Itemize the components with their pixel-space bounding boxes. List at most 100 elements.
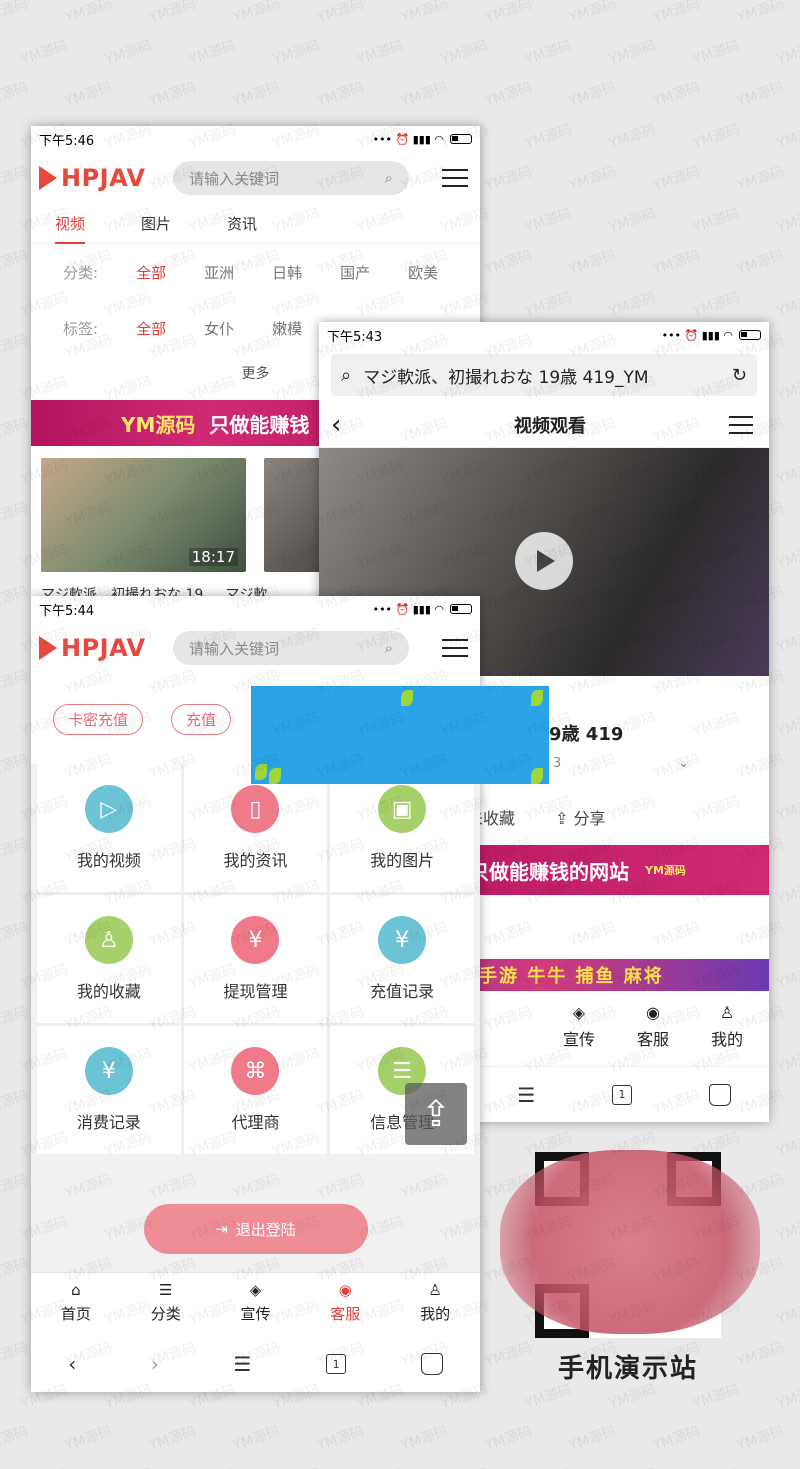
share-button[interactable]: ⇪ 分享 [555,805,606,829]
chevron-down-icon[interactable]: ⌄ [678,756,689,771]
menu-item-user-list[interactable]: ♙ 我的收藏 [37,895,181,1023]
menu-item-yen-plus[interactable]: ¥ 充值记录 [330,895,474,1023]
browser-url-bar[interactable]: ⌕ マジ軟派、初撮れおな 19歳 419_YM ↻ [331,354,757,396]
watermark-text: YM源码 [0,1003,31,1035]
nav-promo[interactable]: ◈ 宣传 [563,1003,595,1050]
nav-mine[interactable]: ♙ 我的 [420,1281,450,1336]
watermark-text: YM源码 [775,961,800,993]
logo[interactable]: HPJAV [39,634,169,662]
watermark-text: YM源码 [0,0,31,27]
tab-images[interactable]: 图片 [141,213,171,234]
video-thumbnail[interactable]: 18:17 [41,458,246,572]
watermark-text: YM源码 [483,247,535,279]
watermark-text: YM源码 [187,37,239,69]
watermark-text: YM源码 [186,1463,238,1469]
watermark-text: YM源码 [775,793,800,825]
watermark-text: YM源码 [606,1463,658,1469]
logo[interactable]: HPJAV [39,164,169,192]
watermark-text: YM源码 [483,0,535,27]
search-icon[interactable]: ⌕ [385,169,393,187]
category-asia[interactable]: 亚洲 [204,262,234,283]
menu-icon[interactable] [729,415,753,434]
card-recharge-button[interactable]: 卡密充值 [53,703,144,735]
nav-category[interactable]: ☰ 分类 [151,1281,181,1336]
tag-maid[interactable]: 女仆 [204,318,234,339]
watermark-text: YM源码 [775,877,800,909]
watermark-text: YM源码 [775,1381,800,1413]
watermark-text: YM源码 [735,1339,787,1371]
qr-caption: 手机演示站 [557,1354,698,1384]
watermark-text: YM源码 [63,0,115,27]
watermark-text: YM源码 [0,247,31,279]
watermark-text: YM源码 [607,289,659,321]
back-to-top-button[interactable]: ⇪ [405,1083,467,1145]
menu-item-label: 我的视频 [76,851,141,870]
tabs-icon[interactable]: 1 [611,1084,632,1105]
watermark-text: YM源码 [63,79,115,111]
logout-button[interactable]: ⇥ 退出登陆 [143,1204,368,1254]
watermark-text: YM源码 [483,1423,535,1455]
menu-item-receipt[interactable]: ¥ 消费记录 [37,1026,181,1154]
watermark-text: YM源码 [735,247,787,279]
home-icon[interactable] [420,1353,443,1375]
org-chart-icon: ⌘ [231,1047,280,1095]
list-icon: ☰ [158,1281,173,1299]
tab-news[interactable]: 资讯 [227,213,257,234]
watermark-text: YM源码 [0,919,31,951]
nav-service[interactable]: ◉ 客服 [637,1003,669,1050]
watermark-text: YM源码 [399,79,451,111]
category-western[interactable]: 欧美 [408,262,438,283]
support-icon: ◉ [645,1003,660,1022]
watermark-text: YM源码 [567,79,619,111]
status-icons: ••• ⏰ ▮▮▮ ◠ [662,329,761,342]
watermark-text: YM源码 [567,247,619,279]
battery-icon [739,330,761,340]
home-icon[interactable] [708,1083,731,1106]
menu-item-video[interactable]: ▷ 我的视频 [37,764,181,892]
nav-home[interactable]: ⌂ 首页 [61,1281,91,1336]
category-domestic[interactable]: 国产 [340,262,370,283]
watermark-text: YM源码 [775,1297,800,1329]
watermark-text: YM源码 [271,37,323,69]
tabs-icon[interactable]: 1 [326,1354,347,1374]
watermark-text: YM源码 [0,163,31,195]
tag-model[interactable]: 嫩模 [272,318,302,339]
watermark-text: YM源码 [690,1463,742,1469]
menu-item-money-bag[interactable]: ¥ 提现管理 [183,895,328,1023]
category-jpkr[interactable]: 日韩 [272,262,302,283]
watermark-text: YM源码 [438,1463,490,1469]
nav-promo[interactable]: ◈ 宣传 [240,1281,270,1336]
menu-item-org-chart[interactable]: ⌘ 代理商 [183,1026,328,1154]
watermark-text: YM源码 [0,415,31,447]
refresh-icon[interactable]: ↻ [732,365,747,386]
watermark-text: YM源码 [651,0,703,27]
nav-service[interactable]: ◉ 客服 [330,1281,360,1336]
category-all[interactable]: 全部 [136,262,166,283]
watermark-text: YM源码 [0,1171,31,1203]
back-icon[interactable]: ‹ [331,410,371,440]
logo-text: HPJAV [61,164,146,192]
menu-icon[interactable] [442,169,468,187]
menu-icon[interactable]: ☰ [517,1083,535,1107]
search-icon[interactable]: ⌕ [385,639,393,657]
watermark-text: YM源码 [483,79,535,111]
menu-icon[interactable]: ☰ [234,1352,252,1376]
search-input[interactable]: 请输入关键词 ⌕ [173,161,409,195]
watermark-text: YM源码 [522,1463,574,1469]
menu-item-label: 充值记录 [370,982,435,1001]
watermark-text: YM源码 [691,289,743,321]
nav-mine[interactable]: ♙ 我的 [711,1003,743,1050]
tag-all[interactable]: 全部 [136,318,166,339]
back-icon[interactable]: ‹ [68,1352,76,1376]
watermark-text: YM源码 [735,0,787,27]
qr-obscured-stamp [500,1150,760,1334]
tab-video[interactable]: 视频 [55,213,86,244]
search-input[interactable]: 请输入关键词 ⌕ [173,631,409,665]
banner-slogan: 只做能赚钱 [209,412,310,437]
forward-icon[interactable]: › [151,1352,159,1376]
menu-icon[interactable] [442,639,468,657]
recharge-button[interactable]: 充值 [171,703,232,735]
play-icon[interactable] [515,532,573,590]
logo-text: HPJAV [61,634,146,662]
watermark-text: YM源码 [231,0,283,27]
